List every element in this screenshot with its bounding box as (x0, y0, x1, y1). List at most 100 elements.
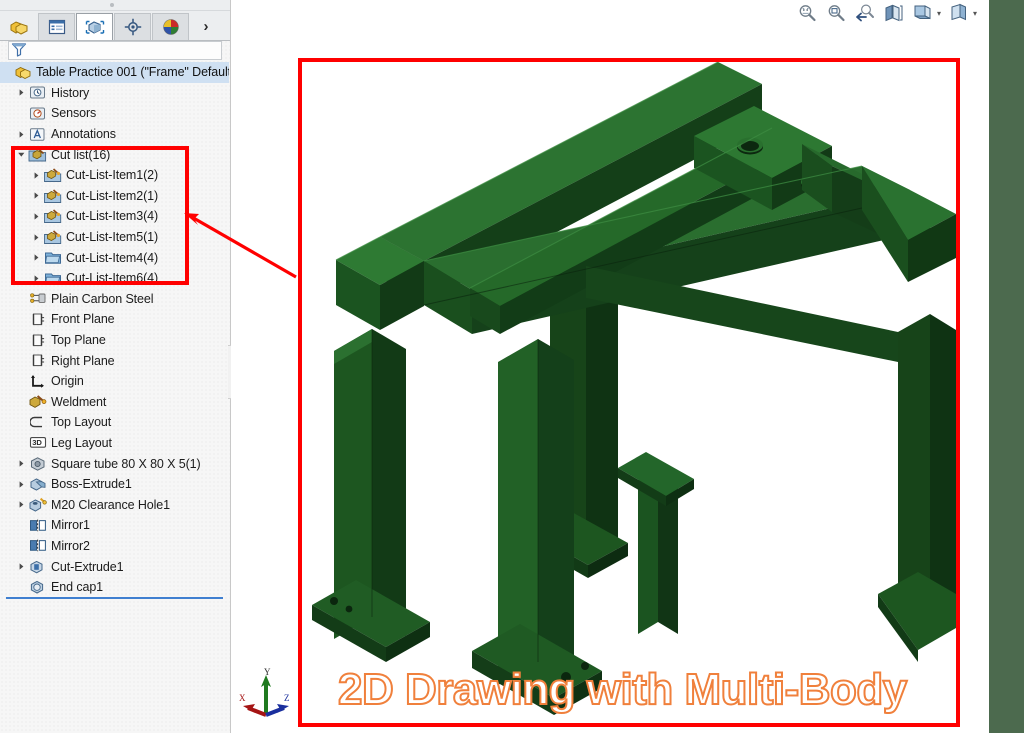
tree-item-label: Right Plane (51, 353, 115, 368)
chevron-right-icon[interactable] (15, 480, 28, 489)
zoom-to-fit-icon[interactable] (796, 2, 818, 24)
part-icon (13, 64, 32, 80)
tree-item[interactable]: Annotations (0, 124, 229, 145)
tree-root-item[interactable]: Table Practice 001 ("Frame" Default<As M (0, 62, 229, 83)
tree-item[interactable]: Cut-List-Item3(4) (0, 206, 229, 227)
tree-item[interactable]: M20 Clearance Hole1 (0, 494, 229, 515)
chevron-right-icon[interactable] (15, 459, 28, 468)
tree-item[interactable]: Cut list(16) (0, 144, 229, 165)
tree-item[interactable]: Cut-List-Item4(4) (0, 247, 229, 268)
tab-property-manager[interactable] (38, 13, 75, 40)
tree-item-label: Mirror2 (51, 538, 90, 553)
zoom-to-area-icon[interactable] (825, 2, 847, 24)
chevron-right-icon[interactable] (15, 500, 28, 509)
tree-item[interactable]: 3D Leg Layout (0, 433, 229, 454)
chevron-right-icon[interactable] (30, 274, 43, 283)
panel-grip-dot (110, 3, 114, 7)
tree-item[interactable]: Cut-List-Item1(2) (0, 165, 229, 186)
folder-icon (43, 271, 62, 286)
view-orientation-icon[interactable] (912, 2, 934, 24)
tree-item-label: Origin (51, 374, 84, 389)
view-orientation-caret-icon[interactable]: ▾ (937, 9, 941, 18)
end-cap-icon (28, 579, 47, 594)
funnel-icon (11, 42, 27, 60)
tree-item-label: Square tube 80 X 80 X 5(1) (51, 456, 201, 471)
tree-item[interactable]: Cut-List-Item5(1) (0, 227, 229, 248)
tree-item[interactable]: Origin (0, 371, 229, 392)
tree-item-label: Boss-Extrude1 (51, 477, 132, 492)
expand-tabs-chevron-icon[interactable]: › (196, 13, 216, 40)
tree-item[interactable]: Cut-Extrude1 (0, 556, 229, 577)
tab-configuration-manager[interactable] (76, 13, 113, 40)
chevron-right-icon[interactable] (30, 233, 43, 242)
graphics-area[interactable]: ▾ ▾ Y X Z 2D Drawing with Multi-Body (231, 0, 989, 733)
feature-tree[interactable]: Table Practice 001 ("Frame" Default<As M… (0, 62, 229, 594)
tree-item[interactable]: Top Layout (0, 412, 229, 433)
tree-item-label: Cut-List-Item2(1) (66, 188, 159, 203)
tree-item[interactable]: Cut-List-Item6(4) (0, 268, 229, 289)
tree-rollback-bar[interactable] (6, 597, 223, 599)
tree-item[interactable]: Cut-List-Item2(1) (0, 186, 229, 207)
chevron-right-icon[interactable] (30, 253, 43, 262)
coordinate-triad: Y X Z (236, 665, 296, 727)
chevron-down-icon[interactable] (15, 150, 28, 159)
triad-z-label: Z (284, 693, 290, 703)
weldment-frame-model[interactable] (302, 62, 956, 723)
tree-item[interactable]: Top Plane (0, 330, 229, 351)
feature-tree-icon (10, 21, 27, 35)
weldment-item-icon (43, 167, 62, 183)
section-view-icon[interactable] (883, 2, 905, 24)
panel-top-strip (0, 0, 230, 11)
tree-item[interactable]: Mirror1 (0, 515, 229, 536)
tree-item[interactable]: Square tube 80 X 80 X 5(1) (0, 453, 229, 474)
hole-wizard-icon (28, 497, 47, 513)
tree-item-label: M20 Clearance Hole1 (51, 497, 170, 512)
sketch-icon (28, 415, 47, 430)
display-style-caret-icon[interactable]: ▾ (973, 9, 977, 18)
tree-item[interactable]: End cap1 (0, 577, 229, 594)
feature-tree-filter-bar[interactable] (8, 41, 222, 60)
tree-item[interactable]: Plain Carbon Steel (0, 289, 229, 310)
tree-item[interactable]: Weldment (0, 392, 229, 413)
tree-item-label: History (51, 85, 90, 100)
tab-dimxpert-manager[interactable] (114, 13, 151, 40)
tree-item-label: Front Plane (51, 312, 115, 327)
tree-item[interactable]: Front Plane (0, 309, 229, 330)
tree-item-label: Plain Carbon Steel (51, 291, 154, 306)
chevron-right-icon[interactable] (30, 191, 43, 200)
tab-display-manager[interactable] (152, 13, 189, 40)
display-style-icon[interactable] (948, 2, 970, 24)
tree-item[interactable]: Sensors (0, 103, 229, 124)
tree-item[interactable]: Boss-Extrude1 (0, 474, 229, 495)
annotations-icon (28, 127, 47, 142)
feature-tree-filter-input[interactable] (27, 43, 213, 58)
chevron-right-icon[interactable] (15, 88, 28, 97)
previous-view-icon[interactable] (854, 2, 876, 24)
plane-icon (28, 353, 47, 368)
tree-item[interactable]: Right Plane (0, 350, 229, 371)
chevron-right-icon[interactable] (15, 562, 28, 571)
plane-icon (28, 312, 47, 327)
desktop-background-strip (989, 0, 1024, 733)
material-icon (28, 291, 47, 306)
tree-item[interactable]: History (0, 83, 229, 104)
weldment-item-icon (43, 188, 62, 204)
chevron-right-icon[interactable] (15, 130, 28, 139)
weldment-item-icon (43, 208, 62, 224)
chevron-right-icon[interactable] (30, 212, 43, 221)
folder-icon (43, 250, 62, 265)
tab-feature-manager-design-tree[interactable] (0, 13, 37, 40)
tree-item[interactable]: Mirror2 (0, 536, 229, 557)
chevron-right-icon[interactable] (30, 171, 43, 180)
feature-manager-panel: › Table Practice 001 ("Frame" Default<As… (0, 0, 231, 733)
